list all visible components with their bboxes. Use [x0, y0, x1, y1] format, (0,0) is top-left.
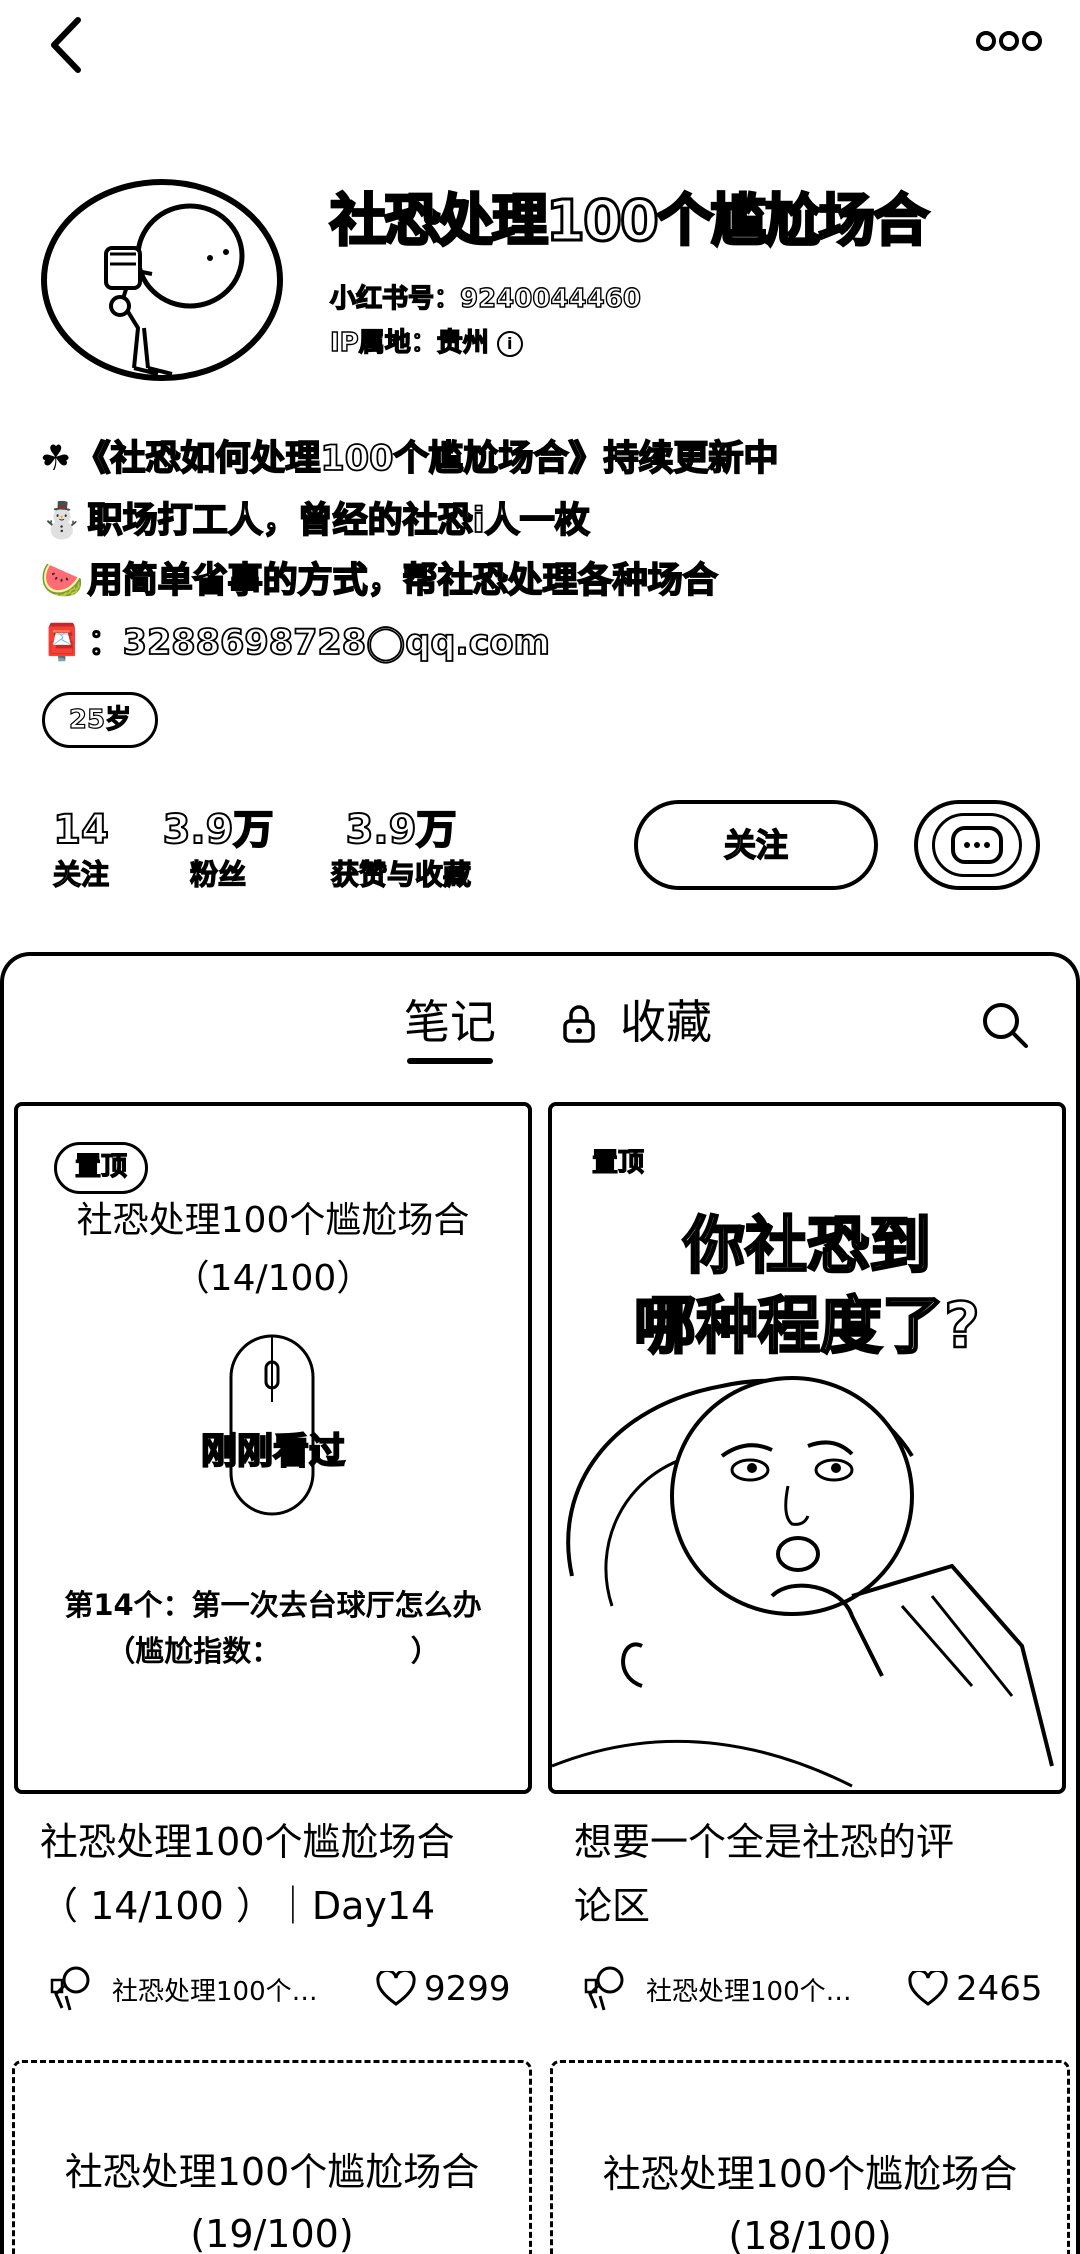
cover-description: 第14个：第一次去台球厅怎么办 （尴尬指数： ）	[18, 1582, 528, 1674]
back-icon[interactable]	[40, 10, 100, 80]
stat-number: 3.9万	[345, 806, 458, 854]
like-button-2[interactable]: 2465	[908, 1964, 1043, 2014]
note-cover-2[interactable]: 置顶 你社恐到 哪种程度了?	[548, 1102, 1066, 1794]
note-cover-4[interactable]: 社恐处理100个尴尬场合 (18/100)	[550, 2060, 1070, 2254]
clover-icon: ☘	[40, 439, 72, 479]
follow-button[interactable]: 关注	[634, 800, 878, 890]
top-bar	[0, 0, 1080, 90]
profile-id: 小红书号：9240044460	[329, 283, 641, 314]
cover-title-line-2: （14/100）	[173, 1258, 373, 1299]
snowman-icon: ⛄	[40, 501, 84, 541]
tab-notes[interactable]: 笔记	[404, 990, 496, 1054]
author-name: 社恐处理100个…	[112, 1976, 318, 2007]
message-button[interactable]	[914, 800, 1040, 890]
cover-title-line-1: 社恐处理100个尴尬场合	[76, 1200, 470, 1241]
heart-icon	[376, 1971, 416, 2006]
more-icon[interactable]	[974, 26, 1044, 56]
cover-desc-line-2: （尴尬指数： ）	[106, 1634, 440, 1668]
chat-icon	[932, 813, 1022, 877]
bio-text-2: 职场打工人，曾经的社恐i人一枚	[87, 500, 591, 542]
like-button-1[interactable]: 9299	[376, 1964, 511, 2014]
like-count: 9299	[424, 1969, 511, 2009]
bio-text-3: 用简单省事的方式，帮社恐处理各种场合	[87, 560, 719, 602]
note-title-1[interactable]: 社恐处理100个尴尬场合 （ 14/100 ）｜Day14	[40, 1810, 540, 1938]
heart-icon	[908, 1971, 948, 2006]
mailbox-icon: 📮	[40, 623, 84, 663]
note-author-1[interactable]: 社恐处理100个…	[44, 1964, 352, 2014]
recently-viewed-label: 刚刚看过	[200, 1430, 346, 1473]
cover-headline: 你社恐到 哪种程度了?	[552, 1206, 1062, 1366]
cover-title-line-1: 社恐处理100个尴尬场合	[64, 2150, 480, 2194]
stat-label: 粉丝	[189, 857, 246, 891]
cover-title-line-2: (18/100)	[728, 2214, 892, 2254]
stat-label: 获赞与收藏	[330, 857, 471, 891]
cover-desc-line-1: 第14个：第一次去台球厅怎么办	[64, 1588, 482, 1622]
tab-collect-label: 收藏	[620, 995, 712, 1049]
note-cover-3[interactable]: 社恐处理100个尴尬场合 (19/100)	[12, 2060, 532, 2254]
tab-collect[interactable]: 收藏	[560, 990, 712, 1054]
bio-line-3: 🍉 用简单省事的方式，帮社恐处理各种场合	[40, 552, 719, 603]
stat-label: 关注	[52, 857, 109, 891]
bio-line-4: 📮 ：3288698728◯qq.com	[40, 614, 551, 665]
tab-indicator	[407, 1058, 493, 1064]
cover-title-line-2: (19/100)	[190, 2212, 354, 2254]
pinned-badge: 置顶	[54, 1142, 148, 1194]
ip-label: IP属地：贵州	[329, 327, 489, 358]
cover-title: 社恐处理100个尴尬场合 （14/100）	[18, 1192, 528, 1308]
bio-text-4: ：3288698728◯qq.com	[87, 622, 551, 664]
search-icon[interactable]	[980, 1000, 1030, 1050]
note-author-2[interactable]: 社恐处理100个…	[578, 1964, 886, 2014]
profile-ip: IP属地：贵州 i	[329, 322, 523, 359]
note-title-2[interactable]: 想要一个全是社恐的评 论区	[574, 1810, 1074, 1938]
pinned-badge: 置顶	[591, 1147, 645, 1178]
note-title-line-2: （ 14/100 ）｜Day14	[40, 1884, 436, 1928]
info-icon[interactable]: i	[496, 330, 523, 357]
cover-title-line-1: 社恐处理100个尴尬场合	[602, 2152, 1018, 2196]
cover-headline-line-1: 你社恐到	[682, 1208, 933, 1284]
author-name: 社恐处理100个…	[646, 1976, 852, 2007]
bio-text-1: 《社恐如何处理100个尴尬场合》持续更新中	[74, 438, 779, 480]
bio-line-2: ⛄ 职场打工人，曾经的社恐i人一枚	[40, 492, 590, 543]
profile-name: 社恐处理100个尴尬场合	[329, 188, 931, 256]
stat-likes-collects[interactable]: 3.9万 获赞与收藏	[316, 805, 486, 895]
watermelon-icon: 🍉	[40, 561, 84, 601]
like-count: 2465	[956, 1969, 1043, 2009]
stat-followers[interactable]: 3.9万 粉丝	[158, 805, 278, 895]
stat-following[interactable]: 14 关注	[36, 805, 126, 895]
note-title-line-1: 社恐处理100个尴尬场合	[40, 1820, 455, 1864]
note-title-line-1: 想要一个全是社恐的评	[574, 1820, 955, 1864]
age-tag: 25岁	[42, 692, 158, 748]
stat-number: 14	[52, 806, 110, 854]
cover-title: 社恐处理100个尴尬场合 (18/100)	[553, 2143, 1067, 2254]
note-title-line-2: 论区	[574, 1884, 651, 1928]
cover-title: 社恐处理100个尴尬场合 (19/100)	[15, 2141, 529, 2254]
author-avatar-icon	[44, 1964, 94, 2014]
author-avatar-icon	[578, 1964, 628, 2014]
shocked-face-illustration	[552, 1346, 1062, 1790]
stat-number: 3.9万	[162, 806, 275, 854]
avatar[interactable]	[40, 178, 284, 382]
bio-line-1: ☘ 《社恐如何处理100个尴尬场合》持续更新中	[40, 430, 779, 481]
note-cover-1[interactable]: 置顶 社恐处理100个尴尬场合 （14/100） 刚刚看过 第14个：第一次去台…	[14, 1102, 532, 1794]
